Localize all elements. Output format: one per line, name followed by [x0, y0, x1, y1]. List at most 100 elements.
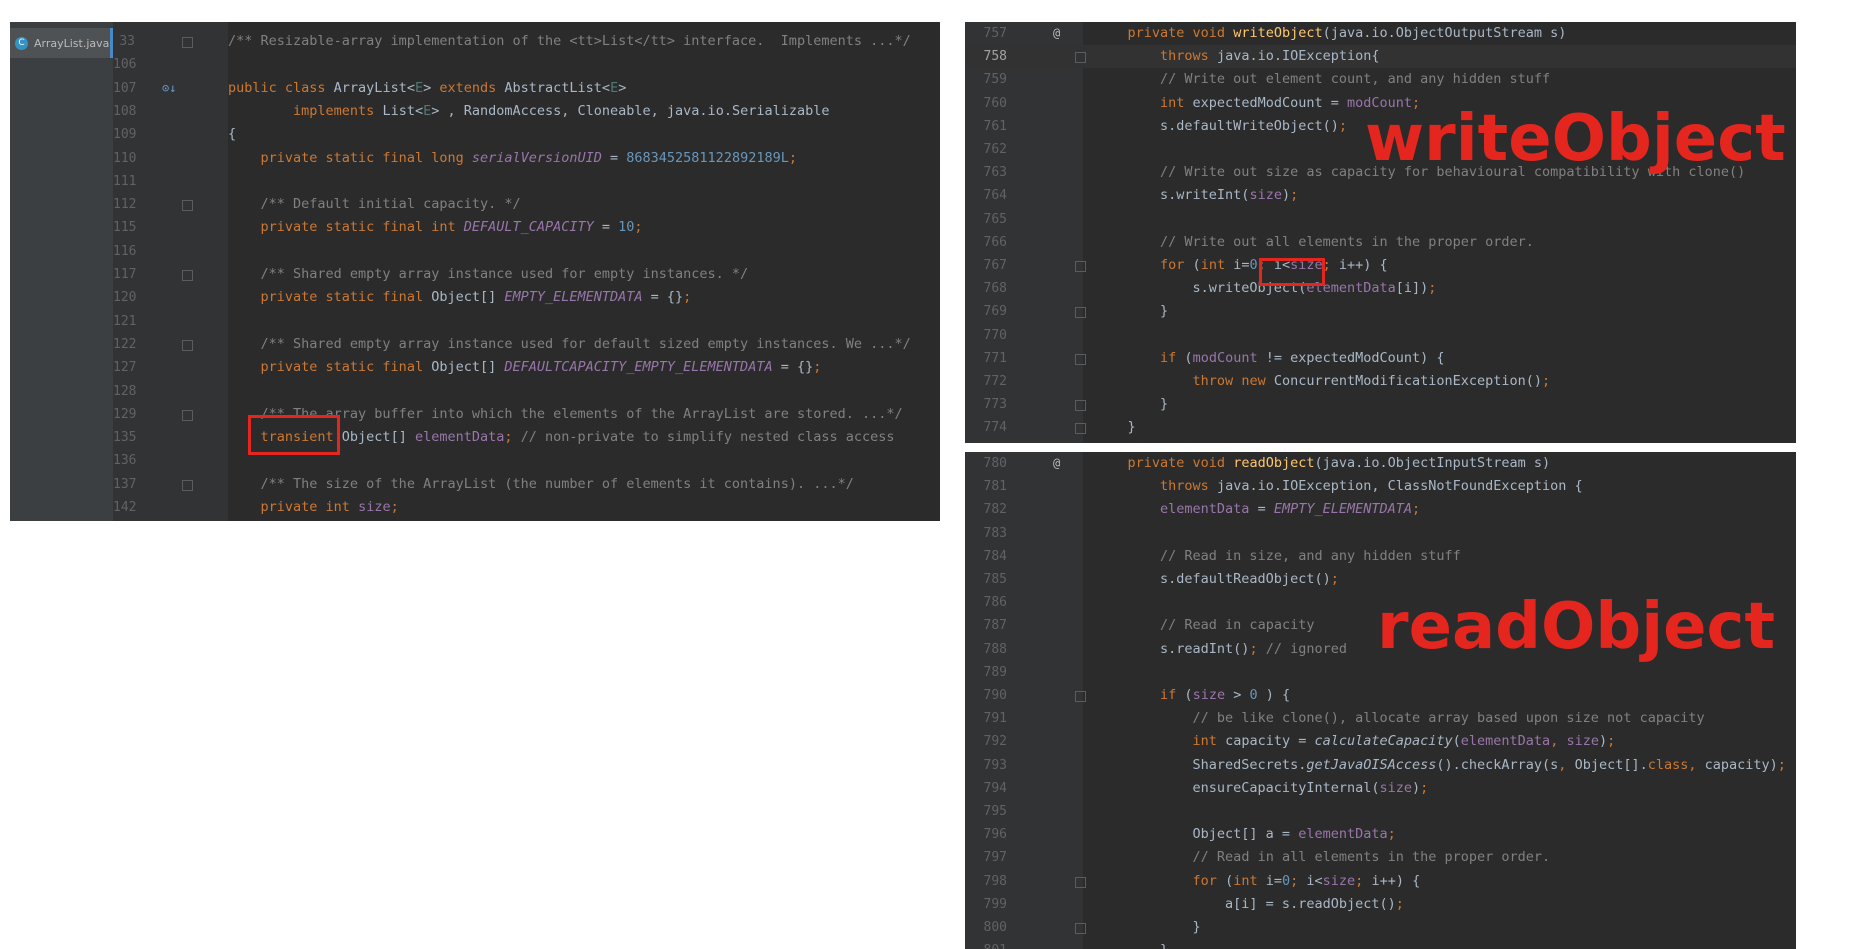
code-line[interactable]: 766 // Write out all elements in the pro… — [965, 231, 1796, 254]
code-line[interactable]: 109 { — [10, 123, 940, 146]
code-line[interactable]: 790 if (size > 0 ) { — [965, 684, 1796, 707]
code-line[interactable]: 798 for (int i=0; i<size; i++) { — [965, 870, 1796, 893]
line-number: 112 — [113, 197, 137, 213]
fold-toggle-icon[interactable] — [182, 339, 193, 351]
code-text: // Write out all elements in the proper … — [1160, 233, 1534, 250]
code-line[interactable]: 801 } — [965, 939, 1796, 949]
code-line[interactable]: 129 /** The array buffer into which the … — [10, 403, 940, 426]
code-line[interactable]: 117 /** Shared empty array instance used… — [10, 263, 940, 286]
annotation-marker-icon[interactable]: @ — [1053, 22, 1060, 45]
code-line[interactable]: 781 throws java.io.IOException, ClassNot… — [965, 475, 1796, 498]
override-marker-icon[interactable]: ⊙↓ — [162, 77, 176, 100]
code-line[interactable]: 759 // Write out element count, and any … — [965, 68, 1796, 91]
fold-toggle-icon[interactable] — [1075, 261, 1086, 272]
code-line[interactable]: 793 SharedSecrets.getJavaOISAccess().che… — [965, 754, 1796, 777]
code-line[interactable]: 136 — [10, 449, 940, 472]
code-line[interactable]: 769 } — [965, 300, 1796, 323]
code-line[interactable]: 107 ⊙↓ public class ArrayList<E> extends A… — [10, 77, 940, 100]
code-line[interactable]: 122 /** Shared empty array instance used… — [10, 333, 940, 356]
code-text: private static final Object[] DEFAULTCAP… — [260, 359, 822, 376]
code-text: /** Shared empty array instance used for… — [260, 335, 911, 352]
line-number: 136 — [113, 453, 137, 469]
line-number: 128 — [113, 383, 137, 399]
code-line[interactable]: 127 private static final Object[] DEFAUL… — [10, 356, 940, 379]
code-line[interactable]: 33 /** Resizable-array implementation of … — [10, 30, 940, 53]
code-line[interactable]: 128 — [10, 380, 940, 403]
code-line[interactable]: 770 — [965, 324, 1796, 347]
code-line[interactable]: 106 — [10, 53, 940, 76]
code-line[interactable]: 767 for (int i=0; i<size; i++) { — [965, 254, 1796, 277]
line-number: 788 — [983, 641, 1007, 657]
line-number: 780 — [983, 456, 1007, 471]
code-line[interactable]: 764 s.writeInt(size); — [965, 184, 1796, 207]
code-text: private int size; — [260, 499, 399, 515]
code-text: if (modCount != expectedModCount) { — [1160, 349, 1445, 366]
line-number: 792 — [983, 734, 1007, 750]
code-line[interactable]: 789 — [965, 661, 1796, 684]
code-line[interactable]: 796 Object[] a = elementData; — [965, 823, 1796, 846]
code-text: Object[] a = elementData; — [1095, 826, 1396, 843]
line-number: 769 — [983, 304, 1007, 320]
code-line[interactable]: 115 private static final int DEFAULT_CAP… — [10, 216, 940, 239]
fold-toggle-icon[interactable] — [182, 409, 193, 421]
code-line[interactable]: 765 — [965, 208, 1796, 231]
line-number: 122 — [113, 336, 137, 352]
code-line[interactable]: 772 throw new ConcurrentModificationExce… — [965, 370, 1796, 393]
code-line[interactable]: 794 ensureCapacityInternal(size); — [965, 777, 1796, 800]
code-line[interactable]: 137 /** The size of the ArrayList (the n… — [10, 473, 940, 496]
fold-toggle-icon[interactable] — [1075, 353, 1086, 365]
code-text: private static final int DEFAULT_CAPACIT… — [260, 219, 643, 236]
fold-toggle-icon[interactable] — [1075, 400, 1086, 412]
line-number: 760 — [983, 95, 1007, 111]
code-line[interactable]: 773 } — [965, 393, 1796, 416]
code-line[interactable]: 135 transient Object[] elementData; // n… — [10, 426, 940, 449]
fold-toggle-icon[interactable] — [1075, 691, 1086, 702]
fold-toggle-icon[interactable] — [182, 200, 193, 212]
code-line[interactable]: 757 @ private void writeObject(java.io.Ob… — [965, 22, 1796, 45]
code-line[interactable]: 799 a[i] = s.readObject(); — [965, 893, 1796, 916]
code-line[interactable]: 142 private int size; — [10, 496, 940, 519]
code-line[interactable]: 782 elementData = EMPTY_ELEMENTDATA; — [965, 498, 1796, 521]
code-line[interactable]: 121 — [10, 310, 940, 333]
code-text: private void writeObject(java.io.ObjectO… — [1127, 25, 1567, 41]
code-line[interactable]: 120 private static final Object[] EMPTY_… — [10, 286, 940, 309]
code-text: public class ArrayList<E> extends Abstra… — [228, 79, 627, 96]
fold-toggle-icon[interactable] — [1075, 876, 1086, 888]
line-number: 106 — [113, 57, 137, 73]
code-line[interactable]: 800 } — [965, 916, 1796, 939]
line-number: 761 — [983, 118, 1007, 134]
fold-toggle-icon[interactable] — [182, 37, 193, 48]
code-line[interactable]: 783 — [965, 522, 1796, 545]
fold-toggle-icon[interactable] — [182, 479, 193, 491]
code-line[interactable]: 774 } — [965, 416, 1796, 439]
code-line[interactable]: 795 — [965, 800, 1796, 823]
code-text: } — [1095, 919, 1201, 935]
code-line[interactable]: 797 // Read in all elements in the prope… — [965, 846, 1796, 869]
code-line[interactable]: 108 implements List<E> , RandomAccess, C… — [10, 100, 940, 123]
fold-toggle-icon[interactable] — [1075, 923, 1086, 934]
code-text: s.writeInt(size); — [1095, 187, 1299, 204]
code-line[interactable]: 785 s.defaultReadObject(); — [965, 568, 1796, 591]
code-line[interactable]: 792 int capacity = calculateCapacity(ele… — [965, 730, 1796, 753]
read-object-annotation: readObject — [1377, 590, 1776, 664]
code-line[interactable]: 112 /** Default initial capacity. */ — [10, 193, 940, 216]
code-text: int capacity = calculateCapacity(element… — [1192, 733, 1616, 750]
fold-toggle-icon[interactable] — [1075, 52, 1086, 64]
code-line[interactable]: 791 // be like clone(), allocate array b… — [965, 707, 1796, 730]
code-line[interactable]: 780 @ private void readObject(java.io.Obj… — [965, 452, 1796, 475]
code-line[interactable]: 110 private static final long serialVers… — [10, 147, 940, 170]
line-number: 767 — [983, 258, 1007, 273]
fold-toggle-icon[interactable] — [182, 270, 193, 281]
fold-toggle-icon[interactable] — [1075, 307, 1086, 319]
code-line[interactable]: 758 throws java.io.IOException{ — [965, 45, 1796, 69]
code-line[interactable]: 111 — [10, 170, 940, 193]
code-text: a[i] = s.readObject(); — [1095, 895, 1404, 912]
code-line[interactable]: 768 s.writeObject(elementData[i]); — [965, 277, 1796, 300]
code-line[interactable]: 116 — [10, 240, 940, 263]
code-text: for (int i=0; i<size; i++) { — [1160, 257, 1388, 273]
line-number: 120 — [113, 290, 137, 306]
fold-toggle-icon[interactable] — [1075, 423, 1086, 435]
annotation-marker-icon[interactable]: @ — [1053, 452, 1060, 475]
code-line[interactable]: 784 // Read in size, and any hidden stuf… — [965, 545, 1796, 568]
code-line[interactable]: 771 if (modCount != expectedModCount) { — [965, 347, 1796, 370]
